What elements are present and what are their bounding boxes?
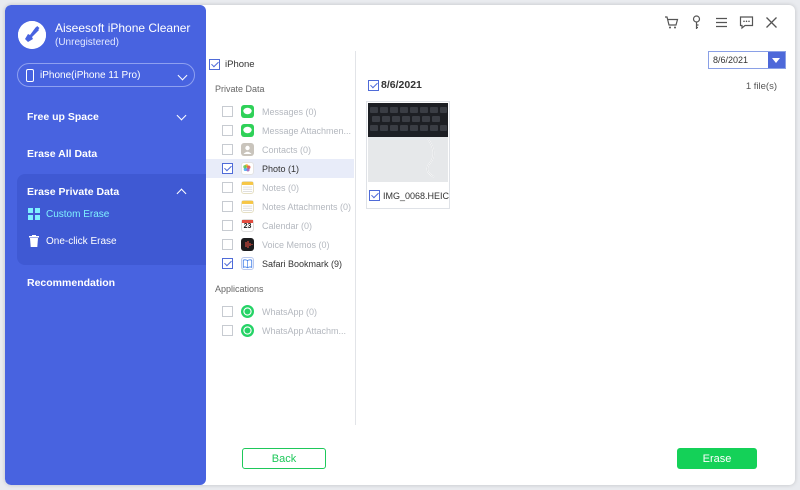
device-label: iPhone(iPhone 11 Pro)	[40, 69, 141, 81]
contacts-icon	[241, 143, 254, 156]
nav-label: Custom Erase	[46, 208, 110, 220]
grid-icon	[28, 208, 40, 220]
nav-erase-private-data[interactable]: Erase Private Data	[27, 186, 197, 199]
category-notes-attachments[interactable]: Notes Attachments (0)	[206, 197, 354, 216]
chevron-down-icon	[177, 70, 188, 80]
back-button[interactable]: Back	[242, 448, 326, 469]
nav-free-up-space[interactable]: Free up Space	[27, 110, 197, 123]
iphone-root-checkbox[interactable]: iPhone	[209, 59, 255, 70]
category-label: Photo (1)	[262, 163, 300, 174]
whatsapp-icon	[241, 305, 254, 318]
category-label: Voice Memos (0)	[262, 239, 330, 250]
photos-icon	[241, 162, 254, 175]
phone-icon	[26, 68, 34, 82]
device-selector[interactable]: iPhone(iPhone 11 Pro)	[17, 63, 195, 87]
feedback-icon[interactable]	[739, 15, 754, 30]
category-label: Messages (0)	[262, 106, 317, 117]
message-attachments-icon	[241, 124, 254, 137]
checkbox[interactable]	[222, 182, 233, 193]
category-label: Calendar (0)	[262, 220, 313, 231]
safari-bookmark-icon	[241, 257, 254, 270]
category-contacts[interactable]: Contacts (0)	[206, 140, 354, 159]
messages-icon	[241, 105, 254, 118]
checkbox[interactable]	[222, 125, 233, 136]
checkbox[interactable]	[222, 201, 233, 212]
checkbox[interactable]	[209, 59, 220, 70]
category-calendar[interactable]: 23 Calendar (0)	[206, 216, 354, 235]
file-name-row[interactable]: IMG_0068.HEIC	[369, 190, 449, 201]
date-group-header[interactable]: 8/6/2021	[368, 79, 422, 91]
photo-thumbnail[interactable]	[368, 103, 448, 182]
checkbox[interactable]	[222, 258, 233, 269]
category-messages[interactable]: Messages (0)	[206, 102, 354, 121]
app-title: Aiseesoft iPhone Cleaner	[55, 21, 191, 35]
registration-status: (Unregistered)	[55, 37, 119, 48]
category-label: Message Attachmen...	[262, 125, 352, 136]
nav-custom-erase[interactable]: Custom Erase	[28, 208, 109, 220]
checkbox[interactable]	[222, 163, 233, 174]
dropdown-arrow-icon[interactable]	[768, 52, 785, 68]
category-whatsapp[interactable]: WhatsApp (0)	[206, 302, 354, 321]
date-group-label: 8/6/2021	[381, 79, 422, 91]
category-label: Contacts (0)	[262, 144, 312, 155]
checkbox[interactable]	[222, 325, 233, 336]
file-count: 1 file(s)	[745, 81, 777, 92]
checkbox[interactable]	[222, 144, 233, 155]
category-panel: iPhone Private Data Messages (0) Message…	[206, 51, 356, 425]
date-filter-value: 8/6/2021	[713, 55, 749, 65]
calendar-day: 23	[243, 223, 252, 230]
cart-icon[interactable]	[664, 15, 679, 30]
date-filter-select[interactable]: 8/6/2021	[708, 51, 786, 69]
category-label: WhatsApp Attachm...	[262, 325, 347, 336]
checkbox[interactable]	[222, 306, 233, 317]
root-label: iPhone	[225, 59, 255, 70]
file-card[interactable]: IMG_0068.HEIC	[366, 101, 450, 209]
checkbox[interactable]	[222, 220, 233, 231]
category-notes[interactable]: Notes (0)	[206, 178, 354, 197]
notes-icon	[241, 181, 254, 194]
nav-erase-all-data[interactable]: Erase All Data	[27, 148, 97, 160]
window-controls	[664, 15, 779, 30]
trash-icon	[28, 235, 40, 247]
checkbox[interactable]	[369, 190, 380, 201]
checkbox[interactable]	[368, 79, 379, 91]
nav-label: Erase Private Data	[27, 186, 120, 198]
nav-label: Free up Space	[27, 111, 99, 123]
close-icon[interactable]	[764, 15, 779, 30]
whatsapp-attachments-icon	[241, 324, 254, 337]
category-whatsapp-attachments[interactable]: WhatsApp Attachm...	[206, 321, 354, 340]
voice-memos-icon	[241, 238, 254, 251]
sidebar: Aiseesoft iPhone Cleaner (Unregistered) …	[5, 5, 206, 485]
category-voice-memos[interactable]: Voice Memos (0)	[206, 235, 354, 254]
checkbox[interactable]	[222, 239, 233, 250]
nav-one-click-erase[interactable]: One-click Erase	[28, 235, 117, 247]
category-label: Notes Attachments (0)	[262, 201, 352, 212]
category-safari-bookmark[interactable]: Safari Bookmark (9)	[206, 254, 354, 273]
app-window: Aiseesoft iPhone Cleaner (Unregistered) …	[5, 5, 795, 485]
checkbox[interactable]	[222, 106, 233, 117]
nav-recommendation[interactable]: Recommendation	[27, 277, 115, 289]
category-label: WhatsApp (0)	[262, 306, 318, 317]
category-message-attachments[interactable]: Message Attachmen...	[206, 121, 354, 140]
file-name: IMG_0068.HEIC	[383, 190, 450, 201]
menu-icon[interactable]	[714, 15, 729, 30]
group-label-private-data: Private Data	[215, 84, 265, 94]
notes-attachments-icon	[241, 200, 254, 213]
broom-logo-icon	[18, 21, 46, 49]
erase-button[interactable]: Erase	[677, 448, 757, 469]
key-icon[interactable]	[689, 15, 704, 30]
nav-label: One-click Erase	[46, 235, 117, 247]
category-photo[interactable]: Photo (1)	[206, 159, 354, 178]
group-label-applications: Applications	[215, 284, 264, 294]
calendar-icon: 23	[241, 219, 254, 232]
chevron-down-icon	[176, 110, 187, 121]
chevron-up-icon	[176, 188, 187, 199]
category-label: Safari Bookmark (9)	[262, 258, 343, 269]
category-label: Notes (0)	[262, 182, 300, 193]
